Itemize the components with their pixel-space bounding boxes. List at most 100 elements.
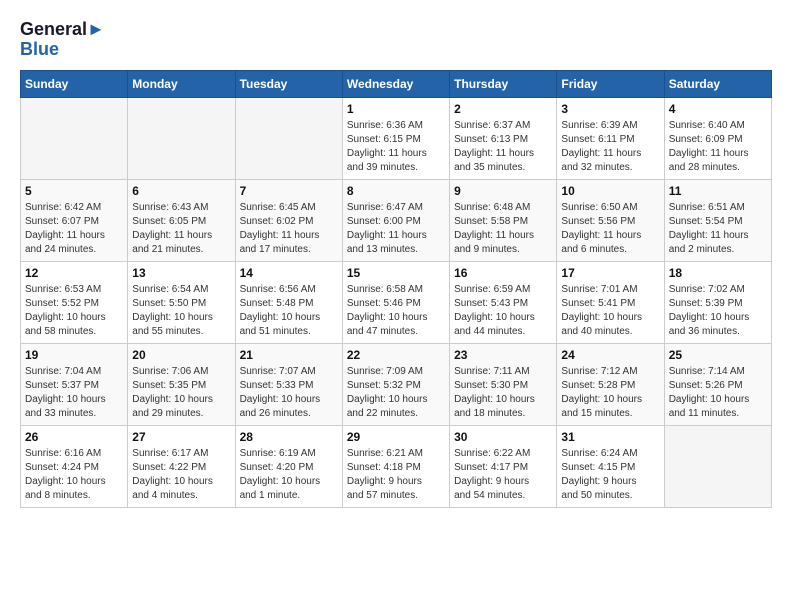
day-number: 10 [561,184,659,198]
calendar-cell: 2 Sunrise: 6:37 AMSunset: 6:13 PMDaylight… [450,97,557,179]
calendar-week-4: 19 Sunrise: 7:04 AMSunset: 5:37 PMDayligh… [21,343,772,425]
day-info: Sunrise: 7:07 AMSunset: 5:33 PMDaylight:… [240,365,338,421]
day-number: 22 [347,348,445,362]
calendar-cell: 19 Sunrise: 7:04 AMSunset: 5:37 PMDayligh… [21,343,128,425]
day-info: Sunrise: 6:56 AMSunset: 5:48 PMDaylight:… [240,283,338,339]
day-info: Sunrise: 7:12 AMSunset: 5:28 PMDaylight:… [561,365,659,421]
calendar-week-5: 26 Sunrise: 6:16 AMSunset: 4:24 PMDayligh… [21,425,772,507]
day-number: 17 [561,266,659,280]
day-info: Sunrise: 6:48 AMSunset: 5:58 PMDaylight:… [454,201,552,257]
logo-text-line1: General► [20,20,105,40]
calendar-cell: 6 Sunrise: 6:43 AMSunset: 6:05 PMDaylight… [128,179,235,261]
calendar-cell: 4 Sunrise: 6:40 AMSunset: 6:09 PMDaylight… [664,97,771,179]
weekday-header-friday: Friday [557,70,664,97]
day-number: 3 [561,102,659,116]
day-number: 23 [454,348,552,362]
calendar-cell: 12 Sunrise: 6:53 AMSunset: 5:52 PMDayligh… [21,261,128,343]
calendar-cell: 14 Sunrise: 6:56 AMSunset: 5:48 PMDayligh… [235,261,342,343]
calendar-cell: 29 Sunrise: 6:21 AMSunset: 4:18 PMDayligh… [342,425,449,507]
calendar-cell: 3 Sunrise: 6:39 AMSunset: 6:11 PMDaylight… [557,97,664,179]
day-number: 2 [454,102,552,116]
day-info: Sunrise: 7:06 AMSunset: 5:35 PMDaylight:… [132,365,230,421]
day-number: 16 [454,266,552,280]
calendar-cell [235,97,342,179]
calendar-cell: 7 Sunrise: 6:45 AMSunset: 6:02 PMDaylight… [235,179,342,261]
day-info: Sunrise: 7:11 AMSunset: 5:30 PMDaylight:… [454,365,552,421]
day-number: 12 [25,266,123,280]
day-number: 21 [240,348,338,362]
calendar-cell: 11 Sunrise: 6:51 AMSunset: 5:54 PMDayligh… [664,179,771,261]
calendar-cell: 20 Sunrise: 7:06 AMSunset: 5:35 PMDayligh… [128,343,235,425]
calendar-cell: 21 Sunrise: 7:07 AMSunset: 5:33 PMDayligh… [235,343,342,425]
day-number: 20 [132,348,230,362]
day-info: Sunrise: 6:24 AMSunset: 4:15 PMDaylight:… [561,447,659,503]
day-number: 11 [669,184,767,198]
day-number: 14 [240,266,338,280]
calendar-cell: 5 Sunrise: 6:42 AMSunset: 6:07 PMDaylight… [21,179,128,261]
day-info: Sunrise: 6:53 AMSunset: 5:52 PMDaylight:… [25,283,123,339]
calendar-cell: 23 Sunrise: 7:11 AMSunset: 5:30 PMDayligh… [450,343,557,425]
day-number: 1 [347,102,445,116]
day-number: 19 [25,348,123,362]
calendar-cell: 18Sunrise: 7:02 AMSunset: 5:39 PMDayligh… [664,261,771,343]
calendar-cell: 15Sunrise: 6:58 AMSunset: 5:46 PMDayligh… [342,261,449,343]
day-number: 6 [132,184,230,198]
day-info: Sunrise: 6:51 AMSunset: 5:54 PMDaylight:… [669,201,767,257]
calendar-header-row: SundayMondayTuesdayWednesdayThursdayFrid… [21,70,772,97]
calendar-cell [128,97,235,179]
calendar-cell: 16 Sunrise: 6:59 AMSunset: 5:43 PMDayligh… [450,261,557,343]
day-info: Sunrise: 7:04 AMSunset: 5:37 PMDaylight:… [25,365,123,421]
day-info: Sunrise: 6:54 AMSunset: 5:50 PMDaylight:… [132,283,230,339]
calendar-cell: 27Sunrise: 6:17 AMSunset: 4:22 PMDayligh… [128,425,235,507]
day-info: Sunrise: 6:40 AMSunset: 6:09 PMDaylight:… [669,119,767,175]
weekday-header-wednesday: Wednesday [342,70,449,97]
day-info: Sunrise: 6:37 AMSunset: 6:13 PMDaylight:… [454,119,552,175]
calendar-cell: 17Sunrise: 7:01 AMSunset: 5:41 PMDayligh… [557,261,664,343]
day-info: Sunrise: 6:42 AMSunset: 6:07 PMDaylight:… [25,201,123,257]
page-header: General► Blue [20,20,772,60]
day-number: 18 [669,266,767,280]
calendar-cell [664,425,771,507]
calendar-week-2: 5 Sunrise: 6:42 AMSunset: 6:07 PMDaylight… [21,179,772,261]
weekday-header-saturday: Saturday [664,70,771,97]
day-info: Sunrise: 6:45 AMSunset: 6:02 PMDaylight:… [240,201,338,257]
day-number: 26 [25,430,123,444]
day-number: 24 [561,348,659,362]
calendar-cell: 1 Sunrise: 6:36 AMSunset: 6:15 PMDaylight… [342,97,449,179]
calendar-cell: 30Sunrise: 6:22 AMSunset: 4:17 PMDayligh… [450,425,557,507]
calendar-cell: 13Sunrise: 6:54 AMSunset: 5:50 PMDayligh… [128,261,235,343]
day-number: 5 [25,184,123,198]
weekday-header-sunday: Sunday [21,70,128,97]
calendar-cell: 28Sunrise: 6:19 AMSunset: 4:20 PMDayligh… [235,425,342,507]
day-info: Sunrise: 6:17 AMSunset: 4:22 PMDaylight:… [132,447,230,503]
calendar-cell: 10 Sunrise: 6:50 AMSunset: 5:56 PMDayligh… [557,179,664,261]
day-info: Sunrise: 6:19 AMSunset: 4:20 PMDaylight:… [240,447,338,503]
weekday-header-thursday: Thursday [450,70,557,97]
day-info: Sunrise: 6:59 AMSunset: 5:43 PMDaylight:… [454,283,552,339]
calendar-cell: 31Sunrise: 6:24 AMSunset: 4:15 PMDayligh… [557,425,664,507]
day-info: Sunrise: 6:36 AMSunset: 6:15 PMDaylight:… [347,119,445,175]
day-number: 29 [347,430,445,444]
calendar-cell: 22 Sunrise: 7:09 AMSunset: 5:32 PMDayligh… [342,343,449,425]
logo-text-line2: Blue [20,40,59,60]
day-info: Sunrise: 6:21 AMSunset: 4:18 PMDaylight:… [347,447,445,503]
day-info: Sunrise: 6:22 AMSunset: 4:17 PMDaylight:… [454,447,552,503]
day-number: 25 [669,348,767,362]
day-number: 7 [240,184,338,198]
day-info: Sunrise: 6:16 AMSunset: 4:24 PMDaylight:… [25,447,123,503]
day-number: 4 [669,102,767,116]
calendar-cell: 8Sunrise: 6:47 AMSunset: 6:00 PMDaylight… [342,179,449,261]
weekday-header-tuesday: Tuesday [235,70,342,97]
day-info: Sunrise: 6:39 AMSunset: 6:11 PMDaylight:… [561,119,659,175]
day-number: 9 [454,184,552,198]
weekday-header-monday: Monday [128,70,235,97]
calendar-week-1: 1 Sunrise: 6:36 AMSunset: 6:15 PMDaylight… [21,97,772,179]
calendar-cell: 25Sunrise: 7:14 AMSunset: 5:26 PMDayligh… [664,343,771,425]
calendar-cell: 24 Sunrise: 7:12 AMSunset: 5:28 PMDayligh… [557,343,664,425]
day-info: Sunrise: 6:47 AMSunset: 6:00 PMDaylight:… [347,201,445,257]
day-info: Sunrise: 6:50 AMSunset: 5:56 PMDaylight:… [561,201,659,257]
day-info: Sunrise: 6:43 AMSunset: 6:05 PMDaylight:… [132,201,230,257]
day-info: Sunrise: 7:09 AMSunset: 5:32 PMDaylight:… [347,365,445,421]
calendar-cell: 9 Sunrise: 6:48 AMSunset: 5:58 PMDaylight… [450,179,557,261]
calendar-cell [21,97,128,179]
